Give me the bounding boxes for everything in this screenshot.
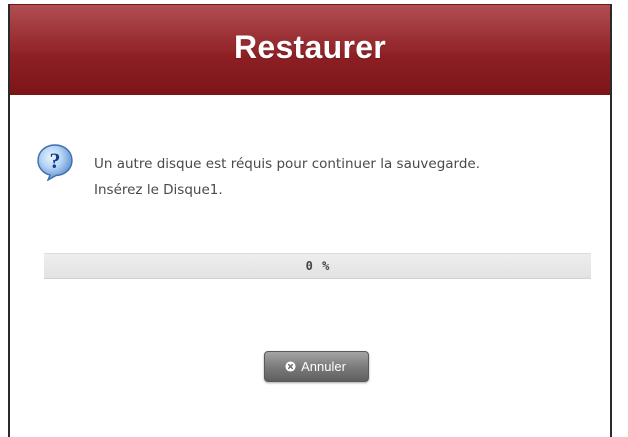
message-line-2: Insérez le Disque1. bbox=[94, 182, 223, 198]
question-icon: ? bbox=[37, 144, 73, 181]
cancel-button-label: Annuler bbox=[301, 359, 346, 374]
restore-dialog: Restaurer ? Un autre disque est réquis p… bbox=[8, 4, 612, 437]
svg-text:?: ? bbox=[50, 148, 61, 173]
title-bar: Restaurer bbox=[10, 5, 610, 95]
message-line-1: Un autre disque est réquis pour continue… bbox=[94, 156, 481, 172]
message-row: ? Un autre disque est réquis pour contin… bbox=[36, 141, 480, 203]
cancel-button[interactable]: Annuler bbox=[264, 351, 369, 382]
progress-label: 0 % bbox=[305, 259, 330, 273]
progress-bar: 0 % bbox=[44, 253, 591, 279]
circle-x-icon bbox=[285, 361, 296, 372]
dialog-title: Restaurer bbox=[233, 28, 387, 65]
message-text: Un autre disque est réquis pour continue… bbox=[94, 151, 480, 203]
